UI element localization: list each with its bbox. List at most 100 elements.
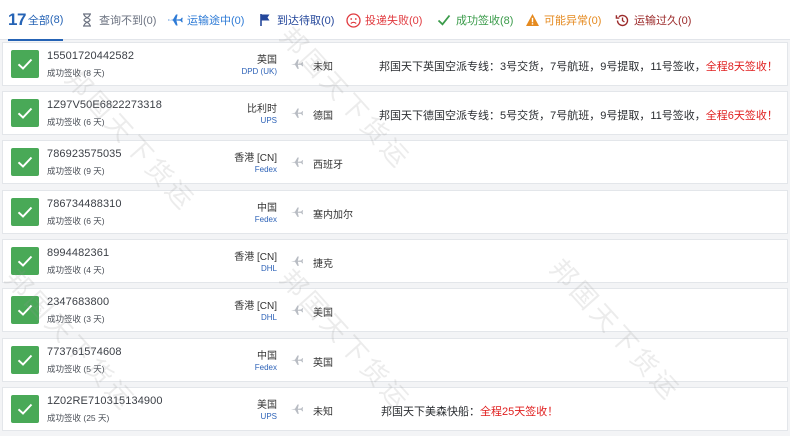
tab-label: 成功签收(8) bbox=[456, 15, 514, 27]
delivered-check-icon bbox=[11, 395, 39, 423]
tracking-number[interactable]: 8994482361 bbox=[47, 247, 109, 259]
delivery-status: 成功签收 (5 天) bbox=[47, 364, 105, 374]
sad-face-icon bbox=[345, 12, 361, 28]
tab-label: 运输途中(0) bbox=[187, 15, 245, 27]
origin-country: 中国 bbox=[257, 351, 277, 362]
plane-icon bbox=[291, 305, 304, 315]
origin-country: 美国 bbox=[257, 400, 277, 411]
shipment-row[interactable]: 786734488310 成功签收 (6 天) 中国 Fedex 塞内加尔 bbox=[2, 190, 788, 234]
note-highlight: 全程6天签收！ bbox=[705, 110, 778, 122]
tab-transit-too-long[interactable]: 运输过久(0) bbox=[614, 0, 691, 40]
tracking-page: 17 全部 (8) 查询不到(0) 运输途中(0) 到达待取(0) 投递失败(0… bbox=[0, 0, 790, 436]
tab-all[interactable]: 17 全部 (8) bbox=[8, 0, 64, 41]
carrier-name[interactable]: Fedex bbox=[255, 363, 277, 372]
delivered-check-icon bbox=[11, 346, 39, 374]
origin-country: 香港 [CN] bbox=[234, 301, 277, 312]
delivered-check-icon bbox=[11, 148, 39, 176]
destination-country: 未知 bbox=[313, 62, 333, 73]
destination-country: 捷克 bbox=[313, 259, 333, 270]
origin-country: 比利时 bbox=[247, 104, 277, 115]
note-text: 邦国天下英国空派专线：3号交货，7号航班，9号提取，11号签收， bbox=[379, 61, 706, 73]
delivery-status: 成功签收 (6 天) bbox=[47, 216, 105, 226]
delivery-status: 成功签收 (6 天) bbox=[47, 117, 105, 127]
destination-country: 英国 bbox=[313, 358, 333, 369]
tab-label: 查询不到(0) bbox=[99, 15, 157, 27]
delivery-status: 成功签收 (8 天) bbox=[47, 68, 105, 78]
check-icon bbox=[436, 12, 452, 28]
destination-country: 德国 bbox=[313, 111, 333, 122]
tab-possible-exception[interactable]: 可能异常(0) bbox=[524, 0, 601, 40]
shipment-row[interactable]: 15501720442582 成功签收 (8 天) 英国 DPD (UK) 未知… bbox=[2, 42, 788, 86]
destination-country: 未知 bbox=[313, 407, 333, 418]
destination-country: 西班牙 bbox=[313, 160, 343, 171]
tab-label: 全部 bbox=[27, 15, 50, 27]
delivered-check-icon bbox=[11, 247, 39, 275]
carrier-name[interactable]: DHL bbox=[261, 313, 277, 322]
tab-arrived-pickup[interactable]: 到达待取(0) bbox=[257, 0, 334, 40]
tab-label: 运输过久(0) bbox=[634, 15, 692, 27]
tracking-number[interactable]: 786923575035 bbox=[47, 148, 122, 160]
delivery-status: 成功签收 (4 天) bbox=[47, 265, 105, 275]
delivered-check-icon bbox=[11, 296, 39, 324]
shipment-row[interactable]: 1Z02RE710315134900 成功签收 (25 天) 美国 UPS 未知… bbox=[2, 387, 788, 431]
carrier-name[interactable]: Fedex bbox=[255, 165, 277, 174]
destination-country: 塞内加尔 bbox=[313, 210, 353, 221]
delivery-status: 成功签收 (25 天) bbox=[47, 413, 110, 423]
plane-icon bbox=[291, 108, 304, 118]
note-highlight: 全程8天签收！ bbox=[705, 61, 778, 73]
tab-label: 到达待取(0) bbox=[277, 15, 335, 27]
delivered-check-icon bbox=[11, 198, 39, 226]
plane-icon bbox=[291, 59, 304, 69]
flag-icon bbox=[257, 12, 273, 28]
tab-in-transit[interactable]: 运输途中(0) bbox=[167, 0, 244, 40]
history-clock-icon bbox=[614, 12, 630, 28]
plane-icon bbox=[291, 404, 304, 414]
tab-delivered[interactable]: 成功签收(8) bbox=[436, 0, 513, 40]
tab-not-found[interactable]: 查询不到(0) bbox=[79, 0, 156, 40]
tracking-number[interactable]: 1Z97V50E6822273318 bbox=[47, 99, 162, 111]
origin-country: 香港 [CN] bbox=[234, 153, 277, 164]
tab-delivery-failed[interactable]: 投递失败(0) bbox=[345, 0, 422, 40]
origin-country: 中国 bbox=[257, 203, 277, 214]
total-count: 17 bbox=[8, 10, 26, 29]
shipment-row[interactable]: 8994482361 成功签收 (4 天) 香港 [CN] DHL 捷克 bbox=[2, 239, 788, 283]
carrier-name[interactable]: UPS bbox=[261, 116, 277, 125]
shipment-row[interactable]: 1Z97V50E6822273318 成功签收 (6 天) 比利时 UPS 德国… bbox=[2, 91, 788, 135]
tracking-number[interactable]: 773761574608 bbox=[47, 346, 122, 358]
carrier-name[interactable]: DPD (UK) bbox=[241, 67, 277, 76]
plane-icon bbox=[291, 157, 304, 167]
delivered-check-icon bbox=[11, 50, 39, 78]
shipment-note: 邦国天下德国空派专线：5号交货，7号航班，9号提取，11号签收，全程6天签收！ bbox=[379, 107, 778, 123]
carrier-name[interactable]: Fedex bbox=[255, 215, 277, 224]
shipment-row[interactable]: 773761574608 成功签收 (5 天) 中国 Fedex 英国 bbox=[2, 338, 788, 382]
shipment-row[interactable]: 786923575035 成功签收 (9 天) 香港 [CN] Fedex 西班… bbox=[2, 140, 788, 184]
shipment-note: 邦国天下英国空派专线：3号交货，7号航班，9号提取，11号签收，全程8天签收！ bbox=[379, 58, 778, 74]
warning-icon bbox=[524, 12, 540, 28]
note-text: 邦国天下美森快船： bbox=[381, 406, 480, 418]
shipment-note: 邦国天下美森快船：全程25天签收！ bbox=[381, 403, 558, 419]
status-filter-tabs: 17 全部 (8) 查询不到(0) 运输途中(0) 到达待取(0) 投递失败(0… bbox=[0, 0, 790, 41]
tracking-number[interactable]: 15501720442582 bbox=[47, 50, 134, 62]
tracking-number[interactable]: 1Z02RE710315134900 bbox=[47, 395, 163, 407]
carrier-name[interactable]: UPS bbox=[261, 412, 277, 421]
tab-label: 可能异常(0) bbox=[544, 15, 602, 27]
shipment-row[interactable]: 2347683800 成功签收 (3 天) 香港 [CN] DHL 美国 bbox=[2, 288, 788, 332]
hourglass-icon bbox=[79, 12, 95, 28]
tab-label: 投递失败(0) bbox=[365, 15, 423, 27]
delivered-check-icon bbox=[11, 99, 39, 127]
plane-icon bbox=[291, 207, 304, 217]
tracking-number[interactable]: 2347683800 bbox=[47, 296, 109, 308]
delivery-status: 成功签收 (9 天) bbox=[47, 166, 105, 176]
origin-country: 香港 [CN] bbox=[234, 252, 277, 263]
note-highlight: 全程25天签收！ bbox=[480, 406, 559, 418]
origin-country: 英国 bbox=[257, 55, 277, 66]
note-text: 邦国天下德国空派专线：5号交货，7号航班，9号提取，11号签收， bbox=[379, 110, 706, 122]
plane-icon bbox=[291, 256, 304, 266]
tracking-number[interactable]: 786734488310 bbox=[47, 198, 122, 210]
plane-icon bbox=[291, 355, 304, 365]
delivery-status: 成功签收 (3 天) bbox=[47, 314, 105, 324]
carrier-name[interactable]: DHL bbox=[261, 264, 277, 273]
airplane-icon bbox=[167, 12, 183, 28]
tab-count: (8) bbox=[49, 14, 64, 26]
destination-country: 美国 bbox=[313, 308, 333, 319]
